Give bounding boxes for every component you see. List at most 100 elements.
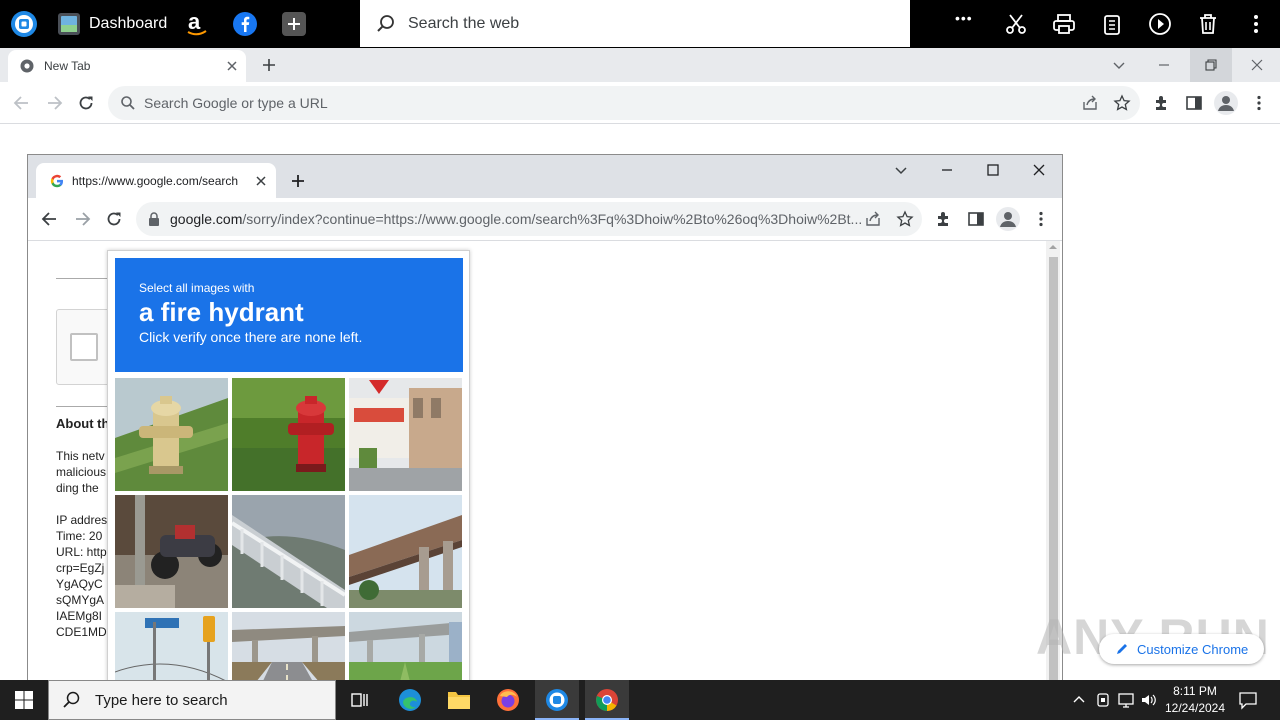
new-tab-icon[interactable] [260, 56, 278, 74]
captcha-tile-yellow-hydrant[interactable] [115, 378, 228, 491]
customize-chrome-button[interactable]: Customize Chrome [1099, 634, 1264, 664]
file-explorer-icon[interactable] [447, 689, 471, 711]
play-icon[interactable] [1148, 12, 1172, 36]
forward-icon[interactable] [44, 93, 64, 113]
outer-omnibox[interactable]: Search Google or type a URL [108, 86, 1140, 120]
reload-icon[interactable] [104, 209, 124, 229]
reload-icon[interactable] [76, 93, 96, 113]
captcha-tile-street-shops[interactable] [349, 378, 462, 491]
taskbar-chrome[interactable] [585, 680, 629, 720]
web-search-bar[interactable]: Search the web [360, 0, 910, 47]
captcha-tile-elevated-bridge[interactable] [349, 495, 462, 608]
back-icon[interactable] [40, 209, 60, 229]
extensions-icon[interactable] [935, 210, 953, 228]
amazon-icon[interactable]: a [186, 10, 208, 38]
trash-icon[interactable] [1196, 12, 1220, 36]
close-tab-icon[interactable] [252, 172, 270, 190]
network-icon[interactable] [1117, 691, 1135, 709]
text-line: This netv [56, 449, 105, 463]
maximize-icon[interactable] [984, 161, 1002, 179]
tab-google-search[interactable]: https://www.google.com/search [36, 163, 276, 198]
outer-toolbar: Search Google or type a URL [0, 82, 1280, 124]
cut-icon[interactable] [1004, 12, 1028, 36]
tab-search-icon[interactable] [1110, 56, 1128, 74]
chrome-icon [20, 59, 34, 73]
facebook-icon[interactable] [233, 10, 257, 38]
new-tab-icon[interactable] [289, 172, 307, 190]
bookmark-star-icon[interactable] [896, 210, 914, 228]
close-window-icon[interactable] [1030, 161, 1048, 179]
volume-icon[interactable] [1140, 691, 1158, 709]
task-view-icon[interactable] [350, 690, 370, 710]
share-icon[interactable] [864, 210, 882, 228]
clock-time: 8:11 PM [1173, 684, 1217, 698]
tab-title: New Tab [44, 59, 91, 73]
captcha-tile-overpass-railings[interactable] [232, 495, 345, 608]
lock-icon [149, 212, 159, 226]
captcha-challenge: Select all images with a fire hydrant Cl… [107, 250, 470, 690]
captcha-tile-motorcycles[interactable] [115, 495, 228, 608]
clipboard-icon[interactable] [1100, 12, 1124, 36]
chrome-menu-icon[interactable] [1250, 94, 1268, 112]
more-options-icon[interactable]: ••• [955, 10, 985, 34]
profile-avatar[interactable] [996, 207, 1020, 231]
taskbar-search[interactable]: Type here to search [48, 680, 336, 720]
search-icon [63, 691, 80, 708]
dashboard-button[interactable]: Dashboard [57, 10, 167, 38]
minimize-icon[interactable] [1155, 56, 1173, 74]
info-line: sQMYgA [56, 593, 105, 607]
captcha-tile-overpass-field[interactable] [349, 612, 462, 689]
extensions-icon[interactable] [1153, 94, 1171, 112]
notifications-icon[interactable] [1238, 690, 1258, 710]
windows-start-icon[interactable] [15, 691, 33, 709]
device-icon[interactable] [1094, 691, 1112, 709]
captcha-tile-street-signs[interactable] [115, 612, 228, 689]
firefox-icon[interactable] [496, 688, 520, 712]
inner-toolbar: google.com/sorry/index?continue=https://… [28, 198, 1062, 241]
add-shortcut-button[interactable] [282, 10, 306, 38]
print-icon[interactable] [1052, 12, 1076, 36]
info-line: crp=EgZj [56, 561, 105, 575]
taskbar-search-placeholder: Type here to search [95, 691, 228, 709]
edge-icon[interactable] [398, 688, 422, 712]
close-tab-icon[interactable] [222, 56, 242, 76]
app-logo-icon[interactable] [10, 10, 38, 38]
inner-omnibox[interactable]: google.com/sorry/index?continue=https://… [136, 202, 922, 236]
info-line: IAEMg8I [56, 609, 103, 623]
pencil-icon [1117, 644, 1127, 654]
minimize-icon[interactable] [938, 161, 956, 179]
chrome-menu-icon[interactable] [1032, 210, 1050, 228]
side-panel-icon[interactable] [1185, 94, 1203, 112]
taskbar: Type here to search 8:11 PM 12/24/2024 [0, 680, 1280, 720]
captcha-tile-red-hydrant[interactable] [232, 378, 345, 491]
captcha-target: a fire hydrant [139, 297, 304, 327]
menu-dots-icon[interactable] [1244, 12, 1268, 36]
forward-icon[interactable] [72, 209, 92, 229]
restore-button[interactable] [1190, 48, 1232, 82]
captcha-tile-highway-interchange[interactable] [232, 612, 345, 689]
info-line: Time: 20 [56, 529, 103, 543]
system-clock[interactable]: 8:11 PM 12/24/2024 [1160, 683, 1230, 717]
search-icon [121, 96, 135, 110]
share-icon[interactable] [1081, 94, 1099, 112]
side-panel-icon[interactable] [967, 210, 985, 228]
app-logo-icon [546, 689, 568, 711]
restore-icon [1205, 59, 1217, 71]
person-icon [1218, 96, 1234, 111]
close-window-icon[interactable] [1248, 56, 1266, 74]
taskbar-app-active[interactable] [535, 680, 579, 720]
person-icon [1000, 212, 1016, 227]
back-icon[interactable] [12, 93, 32, 113]
dashboard-label: Dashboard [89, 15, 168, 32]
recaptcha-checkbox[interactable] [70, 333, 98, 361]
url-path: /sorry/index?continue=https://www.google… [242, 211, 863, 227]
tab-new-tab[interactable]: New Tab [8, 50, 246, 82]
search-icon [377, 14, 394, 32]
scroll-up-icon[interactable] [1046, 241, 1060, 253]
captcha-instruction: Select all images with [139, 281, 255, 295]
profile-avatar[interactable] [1214, 91, 1238, 115]
tab-search-icon[interactable] [892, 161, 910, 179]
tab-title: https://www.google.com/search [72, 173, 239, 188]
chevron-up-icon[interactable] [1071, 692, 1087, 708]
bookmark-star-icon[interactable] [1113, 94, 1131, 112]
